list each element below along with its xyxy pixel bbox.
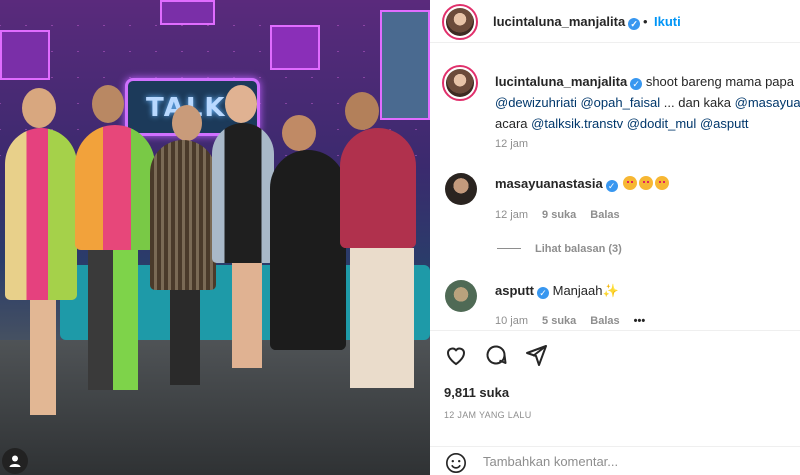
backdrop-panel [0,30,50,80]
post-date[interactable]: 12 JAM YANG LALU [444,410,532,420]
reply-button[interactable]: Balas [590,315,619,327]
verified-badge-icon: ✓ [628,18,641,30]
mention-link[interactable]: @dewizuhriati [495,95,577,110]
caption-text: ... dan kaka [663,95,732,110]
comment: masayuanastasia ✓ [495,176,670,192]
commenter-username[interactable]: asputt [495,283,534,298]
verified-badge-icon: ✓ [537,287,549,299]
mention-link[interactable]: @asputt [700,116,749,131]
more-options-icon[interactable]: ••• [634,315,646,327]
heart-eyes-emoji-icon [639,176,654,190]
post-side-panel: lucintaluna_manjalita ✓ • Ikuti lucintalu… [430,0,800,475]
caption-line-1: lucintaluna_manjalita ✓ shoot bareng mama… [495,71,800,92]
heart-eyes-emoji-icon [623,176,638,190]
share-send-icon[interactable] [524,343,548,367]
post-header: lucintaluna_manjalita ✓ • Ikuti [430,0,800,43]
mention-link[interactable]: @opah_faisal [580,95,660,110]
caption-text: acara [495,116,528,131]
comment: asputt ✓ Manjaah✨ [495,283,619,299]
comment-bubble-icon[interactable] [484,343,508,367]
caption-timestamp[interactable]: 12 jam [495,138,528,150]
author-username-link[interactable]: lucintaluna_manjalita ✓ [493,14,641,30]
commenter-avatar[interactable] [445,280,477,312]
comment-text: Manjaah [552,283,603,298]
caption-line-3: acara @talksik.transtv @dodit_mul @asput… [495,113,800,134]
heart-eyes-emoji-icon [655,176,670,190]
author-username: lucintaluna_manjalita [493,14,626,29]
author-avatar[interactable] [442,4,478,40]
person-icon [9,455,21,467]
verified-badge-icon: ✓ [605,180,618,192]
post-actions: 9,811 suka 12 JAM YANG LALU [430,330,800,475]
verified-badge-icon: ✓ [630,78,643,90]
comment-likes[interactable]: 9 suka [542,209,576,221]
post-caption: lucintaluna_manjalita ✓ shoot bareng mama… [495,71,800,134]
comment-meta: 10 jam 5 suka Balas ••• [495,315,659,327]
add-comment-bar [430,446,800,475]
backdrop-panel [270,25,320,70]
sparkles-emoji-icon: ✨ [602,283,619,298]
likes-count[interactable]: 9,811 suka [444,385,509,400]
post-photo[interactable]: TALKS [0,0,430,475]
commenter-avatar[interactable] [445,173,477,205]
caption-username[interactable]: lucintaluna_manjalita [495,74,627,89]
comment-meta: 12 jam 9 suka Balas [495,209,634,221]
caption-avatar[interactable] [442,65,478,101]
view-replies-button[interactable]: Lihat balasan (3) [497,243,622,255]
commenter-username[interactable]: masayuanastasia [495,176,603,191]
backdrop-panel [160,0,215,25]
comment-likes[interactable]: 5 suka [542,315,576,327]
mention-link[interactable]: @masayua [735,95,800,110]
comment-input[interactable] [483,454,743,469]
reply-button[interactable]: Balas [590,209,619,221]
mention-link[interactable]: @dodit_mul [627,116,697,131]
follow-button[interactable]: Ikuti [654,14,681,29]
caption-text: shoot bareng mama papa [645,74,794,89]
emoji-smiley-icon[interactable] [445,452,467,474]
like-heart-icon[interactable] [444,343,468,367]
caption-line-2: @dewizuhriati @opah_faisal ... dan kaka … [495,92,800,113]
mention-link[interactable]: @talksik.transtv [531,116,623,131]
separator-dot: • [643,14,648,29]
comment-timestamp[interactable]: 10 jam [495,315,528,327]
comment-timestamp[interactable]: 12 jam [495,209,528,221]
backdrop-panel [380,10,430,120]
tagged-people-button[interactable] [2,448,28,474]
